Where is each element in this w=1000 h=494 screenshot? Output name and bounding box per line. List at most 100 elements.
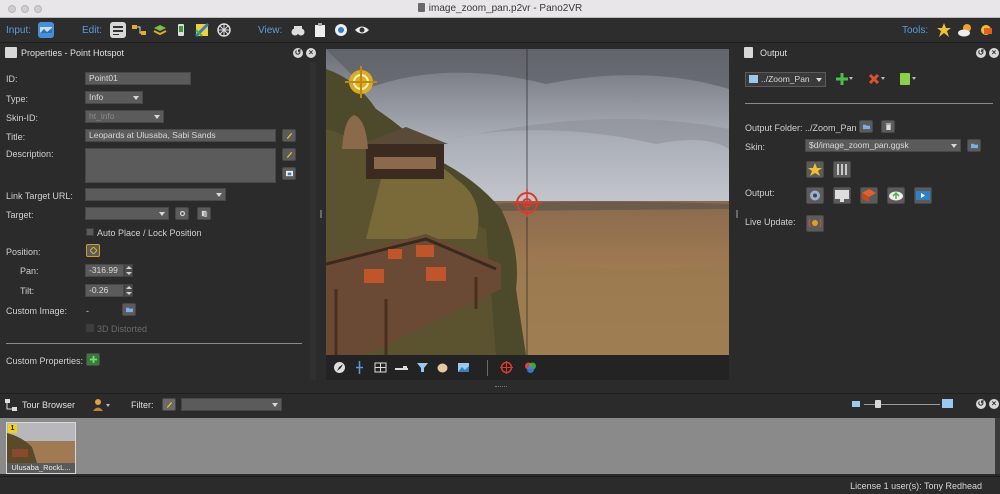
lens-flare-icon[interactable] <box>216 22 232 38</box>
output-document-dropdown-icon[interactable] <box>912 77 916 80</box>
horizon-icon[interactable] <box>395 361 408 374</box>
type-select[interactable]: Info <box>85 91 143 104</box>
properties-icon[interactable] <box>110 22 126 38</box>
add-custom-property-button[interactable] <box>86 353 100 366</box>
pencil-icon <box>166 401 173 408</box>
view-preview-icon[interactable] <box>333 22 349 38</box>
tour-scrollbar[interactable] <box>995 418 1000 474</box>
tilt-field[interactable]: -0.26 <box>85 284 124 297</box>
skin-editor-button[interactable] <box>806 161 824 178</box>
output-folder-delete-button[interactable] <box>881 120 895 133</box>
output-folder-open-button[interactable] <box>859 120 873 133</box>
tour-float-button[interactable]: ↺ <box>976 399 986 409</box>
target-copy-button[interactable] <box>197 207 211 220</box>
edit-description-button[interactable] <box>282 148 296 161</box>
target-select[interactable] <box>85 207 169 220</box>
view-eye-icon[interactable] <box>354 22 370 38</box>
input-panorama-icon[interactable] <box>38 22 54 38</box>
tour-map-icon[interactable] <box>131 22 147 38</box>
target-pick-button[interactable] <box>175 207 189 220</box>
image-view-icon[interactable] <box>457 361 470 374</box>
user-sort-icon[interactable] <box>92 398 106 412</box>
filter-select[interactable] <box>181 398 282 411</box>
compass-icon[interactable] <box>333 361 346 374</box>
filter-edit-button[interactable] <box>162 398 176 411</box>
patches-icon[interactable] <box>152 22 168 38</box>
output-video-button[interactable] <box>914 187 932 204</box>
output-package-button[interactable] <box>860 187 878 204</box>
distorted-checkbox[interactable] <box>86 324 94 332</box>
output-close-button[interactable]: × <box>989 48 999 58</box>
output-float-button[interactable]: ↺ <box>976 48 986 58</box>
color-circles-icon[interactable] <box>524 361 537 374</box>
output-folder-value: ../Zoom_Pan <box>805 123 857 133</box>
right-splitter-handle[interactable] <box>736 210 738 218</box>
link-target-select[interactable] <box>85 188 226 201</box>
output-title: Output <box>760 48 788 58</box>
output-html-button[interactable] <box>833 187 851 204</box>
description-web-button[interactable] <box>282 167 296 180</box>
left-splitter-handle[interactable] <box>320 210 322 218</box>
properties-scrollbar[interactable] <box>310 62 316 380</box>
batch-tool-icon[interactable] <box>936 22 952 38</box>
properties-close-button[interactable]: × <box>306 48 316 58</box>
map-editor-icon[interactable] <box>194 22 210 38</box>
pan-stepper[interactable] <box>124 264 133 277</box>
remove-output-button[interactable] <box>868 73 880 85</box>
trash-icon <box>885 123 892 130</box>
bottom-splitter-handle[interactable] <box>495 386 507 388</box>
pan-field[interactable]: -316.99 <box>85 264 124 277</box>
skin-id-select[interactable]: ht_info <box>85 110 164 123</box>
video-icon <box>916 191 930 200</box>
sun-tool-icon[interactable] <box>978 22 994 38</box>
tour-browser-icon <box>5 399 17 411</box>
binoculars-icon[interactable] <box>290 22 306 38</box>
panorama-viewer[interactable] <box>326 49 729 355</box>
tilt-label: Tilt: <box>20 286 35 296</box>
output-panel-icon <box>744 47 753 58</box>
remove-output-dropdown-icon[interactable] <box>881 77 885 80</box>
live-update-label: Live Update: <box>745 217 796 227</box>
hand-tool-icon[interactable] <box>436 361 449 374</box>
large-thumb-icon <box>942 399 953 408</box>
panorama-thumbnail[interactable]: 1 Ulusaba_RockL... <box>6 422 76 474</box>
description-field[interactable] <box>85 148 276 183</box>
user-sort-dropdown-icon[interactable] <box>106 404 110 407</box>
thumb-size-slider-handle[interactable] <box>875 400 881 408</box>
flash-animation-icon[interactable] <box>173 22 189 38</box>
filter-funnel-icon[interactable] <box>416 361 429 374</box>
package-icon <box>862 189 876 202</box>
copy-icon <box>201 210 208 217</box>
tools-label: Tools: <box>902 25 929 36</box>
skin-select[interactable]: $d/image_zoom_pan.ggsk <box>805 139 961 152</box>
title-field[interactable]: Leopards at Ulusaba, Sabi Sands <box>85 129 276 142</box>
skin-open-button[interactable] <box>967 139 981 152</box>
crosshair-icon[interactable] <box>353 361 366 374</box>
plus-icon <box>90 356 97 363</box>
output-settings-button[interactable] <box>806 187 824 204</box>
output-cloud-button[interactable] <box>887 187 905 204</box>
add-output-dropdown-icon[interactable] <box>849 77 853 80</box>
id-field[interactable]: Point01 <box>85 72 191 85</box>
live-update-button[interactable] <box>806 215 824 232</box>
skin-settings-button[interactable] <box>833 161 851 178</box>
tour-close-button[interactable]: × <box>989 399 999 409</box>
auto-place-checkbox[interactable] <box>86 228 94 236</box>
output-document-icon[interactable] <box>900 73 910 85</box>
edit-title-button[interactable] <box>282 129 296 142</box>
grid-icon[interactable] <box>374 361 387 374</box>
position-pick-button[interactable] <box>86 244 100 257</box>
add-output-button[interactable] <box>836 73 848 85</box>
chevron-down-icon <box>816 78 822 82</box>
output-preset-icon <box>749 75 758 83</box>
clipboard-icon[interactable] <box>312 22 328 38</box>
output-preset-select[interactable]: ../Zoom_Pan <box>745 72 826 87</box>
gear-icon <box>810 190 820 201</box>
properties-float-button[interactable]: ↺ <box>293 48 303 58</box>
title-label: Title: <box>6 132 26 142</box>
tilt-stepper[interactable] <box>124 284 133 297</box>
weather-tool-icon[interactable] <box>957 22 973 38</box>
target-hotspot-icon[interactable] <box>500 361 513 374</box>
custom-image-open-button[interactable] <box>122 303 136 316</box>
folder-icon <box>863 124 870 130</box>
